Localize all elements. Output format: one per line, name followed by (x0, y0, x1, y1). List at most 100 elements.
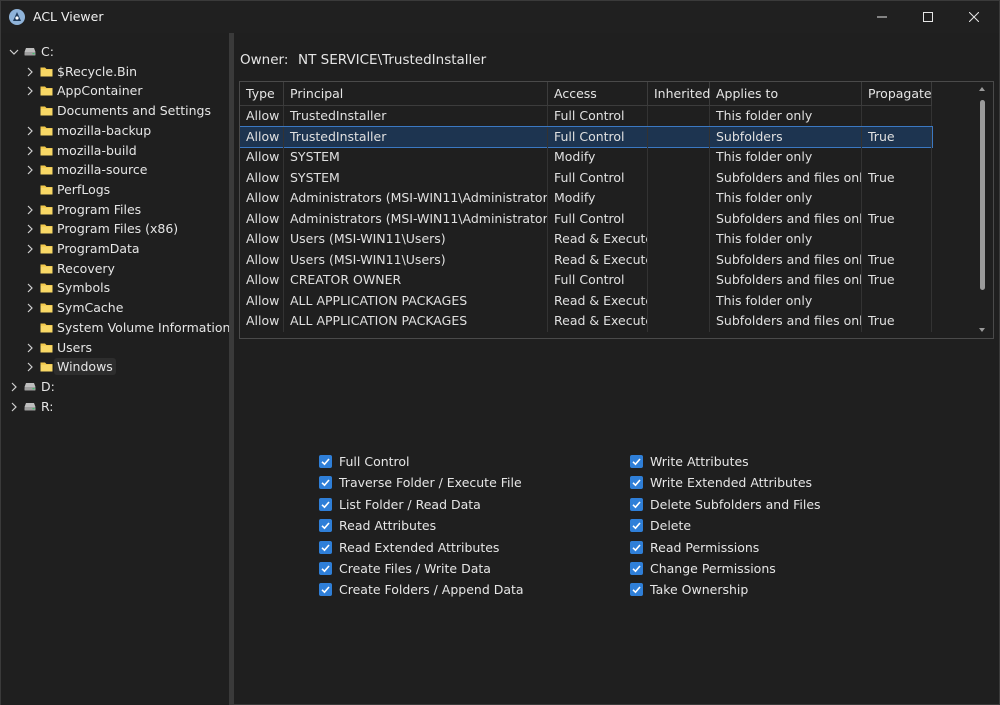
table-row[interactable]: Allow ALL APPLICATION PACKAGES Read & Exec… (240, 311, 932, 332)
column-header-type[interactable]: Type (240, 82, 284, 106)
tree-item-perflogs[interactable]: PerfLogs (1, 180, 229, 200)
pane-splitter[interactable] (229, 33, 234, 705)
tree-item-program-files-x86[interactable]: Program Files (x86) (1, 219, 229, 239)
permission-write-attributes[interactable]: Write Attributes (630, 454, 890, 472)
checkbox[interactable] (319, 455, 332, 468)
folder-icon (40, 67, 53, 77)
chevron-right-icon[interactable] (25, 126, 35, 136)
checkbox[interactable] (319, 476, 332, 490)
permission-read-permissions[interactable]: Read Permissions (630, 540, 890, 558)
maximize-button[interactable] (905, 1, 951, 33)
close-button[interactable] (951, 1, 997, 33)
checkbox[interactable] (630, 519, 643, 533)
tree-item-program-files[interactable]: Program Files (1, 200, 229, 220)
tree-item-users[interactable]: Users (1, 338, 229, 358)
tree-item-label: Symbols (57, 280, 111, 296)
scroll-up-icon[interactable] (979, 87, 985, 91)
tree-item-programdata[interactable]: ProgramData (1, 239, 229, 259)
table-row[interactable]: Allow SYSTEM Full Control Subfolders and fi… (240, 167, 932, 188)
permission-write-extended-attributes[interactable]: Write Extended Attributes (630, 475, 890, 493)
acl-scrollbar-thumb[interactable] (980, 100, 985, 290)
tree-item-appcontainer[interactable]: AppContainer (1, 81, 229, 101)
tree-item-symcache[interactable]: SymCache (1, 298, 229, 318)
chevron-right-icon[interactable] (25, 343, 35, 353)
tree-item-mozilla-build[interactable]: mozilla-build (1, 141, 229, 161)
permission-create-files-write-data[interactable]: Create Files / Write Data (319, 561, 579, 579)
cell-principal: TrustedInstaller (284, 106, 548, 127)
chevron-down-icon[interactable] (9, 47, 19, 57)
cell-propagate: True (862, 270, 932, 291)
permission-delete[interactable]: Delete (630, 518, 890, 536)
title-bar[interactable]: ACL Viewer (1, 1, 999, 33)
permission-read-attributes[interactable]: Read Attributes (319, 518, 579, 536)
folder-icon (40, 303, 53, 313)
tree-item-mozilla-backup[interactable]: mozilla-backup (1, 121, 229, 141)
tree-item-mozilla-source[interactable]: mozilla-source (1, 160, 229, 180)
column-header-inherited[interactable]: Inherited (648, 82, 710, 106)
acl-table[interactable]: Type Principal Access Inherited Applies to Pr… (239, 81, 994, 339)
permission-full-control[interactable]: Full Control (319, 454, 579, 472)
tree-drive-d[interactable]: D: (1, 377, 229, 397)
cell-inherited (648, 106, 710, 127)
cell-access: Modify (548, 147, 648, 168)
checkbox[interactable] (319, 519, 332, 533)
checkbox[interactable] (630, 562, 643, 575)
checkbox[interactable] (630, 583, 643, 597)
table-row[interactable]: Allow CREATOR OWNER Full Control Subfolders… (240, 270, 932, 291)
checkbox[interactable] (319, 497, 332, 511)
table-row[interactable]: Allow Users (MSI-WIN11\Users) Read & Execu… (240, 229, 932, 250)
checkbox[interactable] (319, 540, 332, 554)
chevron-right-icon[interactable] (25, 244, 35, 254)
tree-item-documents-and-settings[interactable]: Documents and Settings (1, 101, 229, 121)
tree-drive-r[interactable]: R: (1, 397, 229, 417)
cell-propagate: True (862, 208, 932, 229)
cell-access: Full Control (548, 208, 648, 229)
column-header-propagate[interactable]: Propagate (862, 82, 932, 106)
permission-delete-subfolders-and-files[interactable]: Delete Subfolders and Files (630, 497, 890, 515)
table-row[interactable]: Allow Administrators (MSI-WIN11\Administr… (240, 208, 932, 229)
table-row[interactable]: Allow ALL APPLICATION PACKAGES Read & Exec… (240, 290, 932, 311)
permission-traverse-folder-execute-file[interactable]: Traverse Folder / Execute File (319, 475, 579, 493)
permission-create-folders-append-data[interactable]: Create Folders / Append Data (319, 582, 579, 600)
table-row[interactable]: Allow Users (MSI-WIN11\Users) Read & Execu… (240, 249, 932, 270)
table-row[interactable]: Allow SYSTEM Modify This folder only (240, 147, 932, 168)
permission-change-permissions[interactable]: Change Permissions (630, 561, 890, 579)
tree-item-recovery[interactable]: Recovery (1, 259, 229, 279)
table-row[interactable]: Allow Administrators (MSI-WIN11\Administr… (240, 188, 932, 209)
checkbox[interactable] (319, 583, 332, 597)
chevron-right-icon[interactable] (25, 224, 35, 234)
chevron-right-icon[interactable] (25, 67, 35, 77)
chevron-right-icon[interactable] (9, 402, 19, 412)
checkbox[interactable] (630, 540, 643, 554)
table-row[interactable]: Allow TrustedInstaller Full Control Subfold… (240, 125, 933, 148)
permission-take-ownership[interactable]: Take Ownership (630, 582, 890, 600)
tree-item-symbols[interactable]: Symbols (1, 278, 229, 298)
table-row[interactable]: Allow TrustedInstaller Full Control This fo… (240, 106, 932, 127)
chevron-right-icon[interactable] (25, 165, 35, 175)
chevron-right-icon[interactable] (9, 382, 19, 392)
checkbox[interactable] (630, 455, 643, 468)
column-header-principal[interactable]: Principal (284, 82, 548, 106)
chevron-right-icon[interactable] (25, 146, 35, 156)
permission-read-extended-attributes[interactable]: Read Extended Attributes (319, 540, 579, 558)
chevron-right-icon[interactable] (25, 303, 35, 313)
column-header-applies-to[interactable]: Applies to (710, 82, 862, 106)
tree-item-recycle-bin[interactable]: $Recycle.Bin (1, 62, 229, 82)
chevron-right-icon[interactable] (25, 362, 35, 372)
checkbox[interactable] (630, 476, 643, 490)
tree-drive-c[interactable]: C: (1, 42, 229, 62)
permission-list-folder-read-data[interactable]: List Folder / Read Data (319, 497, 579, 515)
checkbox[interactable] (630, 497, 643, 511)
chevron-right-icon[interactable] (25, 205, 35, 215)
checkbox[interactable] (319, 562, 332, 575)
column-header-access[interactable]: Access (548, 82, 648, 106)
cell-propagate (862, 290, 932, 311)
tree-item-system-volume-information[interactable]: System Volume Information (1, 318, 229, 338)
folder-icon (40, 146, 53, 155)
folder-tree[interactable]: C: $Recycle.Bin AppContainer Documents and … (1, 33, 229, 705)
chevron-right-icon[interactable] (25, 86, 35, 96)
tree-item-windows[interactable]: Windows (1, 357, 229, 377)
chevron-right-icon[interactable] (25, 283, 35, 293)
scroll-down-icon[interactable] (979, 328, 985, 332)
minimize-button[interactable] (859, 1, 905, 33)
